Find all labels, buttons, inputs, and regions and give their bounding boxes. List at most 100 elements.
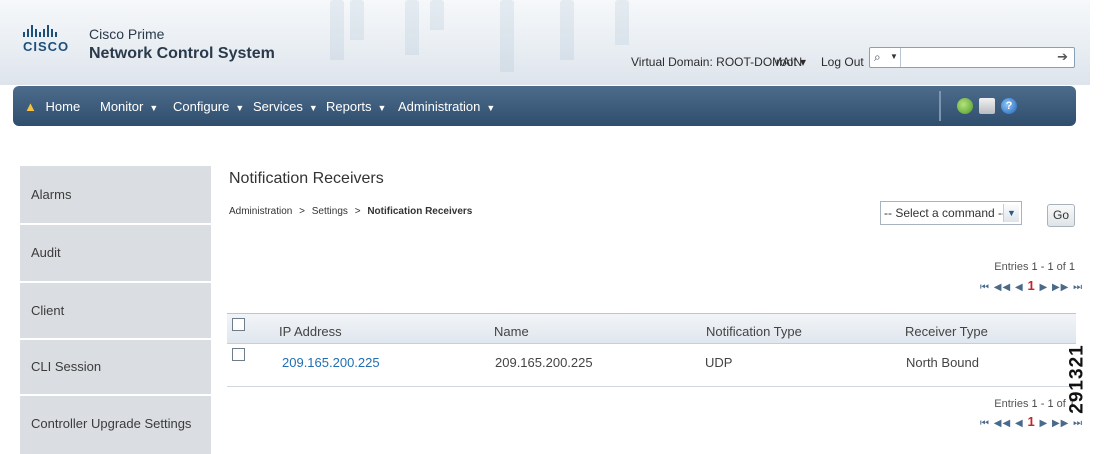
sidebar-item-label: Alarms (31, 186, 72, 202)
header-watermark (405, 0, 419, 55)
entries-label: Entries (994, 398, 1029, 410)
column-header-ip[interactable]: IP Address (279, 324, 342, 339)
row-checkbox[interactable] (232, 348, 245, 361)
entries-of: of (1056, 261, 1066, 273)
command-select[interactable]: -- Select a command -- ▼ (880, 201, 1022, 225)
refresh-icon[interactable] (957, 98, 973, 114)
pager: ⏮ ◀◀ ◀ 1 ▶ ▶▶ ⏭ (980, 278, 1083, 293)
sidebar-item-cli-session[interactable]: CLI Session (20, 340, 211, 393)
nav-label: Home (45, 99, 81, 114)
last-page-icon[interactable]: ⏭ (1073, 282, 1083, 293)
settings-sidebar: Alarms Audit Client CLI Session Controll… (20, 166, 211, 454)
logo-word: CISCO (23, 39, 70, 54)
nav-label: Monitor (100, 99, 144, 114)
nav-divider (939, 91, 941, 121)
entries-summary: Entries 1 - 1 of 1 (935, 398, 1075, 410)
pager: ⏮ ◀◀ ◀ 1 ▶ ▶▶ ⏭ (980, 414, 1083, 429)
header-watermark (615, 0, 629, 45)
chevron-down-icon[interactable]: ▼ (1003, 204, 1019, 222)
notification-type: UDP (705, 355, 733, 370)
nav-reports[interactable]: Reports ▼ (326, 99, 386, 114)
arrow-right-icon[interactable]: ➔ (1057, 49, 1068, 65)
entries-of: of (1056, 398, 1066, 410)
sidebar-item-label: CLI Session (31, 359, 102, 374)
next-page-icon[interactable]: ▶ (1039, 282, 1048, 293)
chevron-down-icon: ▼ (235, 103, 245, 113)
entries-label: Entries (994, 261, 1029, 273)
receiver-name: 209.165.200.225 (495, 355, 593, 370)
nav-label: Reports (326, 99, 372, 114)
header-watermark (560, 0, 574, 60)
nav-label: Administration (398, 99, 481, 114)
help-icon[interactable]: ? (1001, 98, 1017, 114)
prev-group-icon[interactable]: ◀◀ (994, 282, 1011, 293)
sidebar-item-alarms[interactable]: Alarms (20, 166, 211, 222)
header-watermark (350, 0, 364, 40)
page-title: Notification Receivers (229, 170, 384, 187)
next-group-icon[interactable]: ▶▶ (1052, 418, 1069, 429)
prev-page-icon[interactable]: ◀ (1015, 418, 1024, 429)
brand-line-1: Cisco Prime (89, 26, 165, 42)
current-page: 1 (1027, 278, 1036, 293)
last-page-icon[interactable]: ⏭ (1073, 418, 1083, 429)
sidebar-item-controller-upgrade[interactable]: Controller Upgrade Settings (20, 396, 211, 450)
first-page-icon[interactable]: ⏮ (980, 418, 990, 429)
nav-monitor[interactable]: Monitor ▼ (100, 99, 158, 114)
breadcrumb-separator: > (299, 206, 305, 217)
prev-page-icon[interactable]: ◀ (1015, 282, 1024, 293)
header-watermark (430, 0, 444, 30)
nav-configure[interactable]: Configure ▼ (173, 99, 244, 114)
nav-label: Configure (173, 99, 230, 114)
sidebar-item-client[interactable]: Client (20, 283, 211, 337)
nav-administration[interactable]: Administration ▼ (398, 99, 495, 114)
column-header-notification-type[interactable]: Notification Type (706, 324, 802, 339)
ip-address-link[interactable]: 209.165.200.225 (282, 355, 380, 370)
breadcrumb-current: Notification Receivers (367, 206, 473, 217)
breadcrumb: Administration > Settings > Notification… (229, 206, 472, 217)
cisco-logo: CISCO (23, 25, 70, 54)
nav-services[interactable]: Services ▼ (253, 99, 318, 114)
entries-range: 1 - 1 (1031, 261, 1054, 273)
chevron-down-icon: ▼ (308, 103, 318, 113)
breadcrumb-separator: > (354, 206, 361, 217)
chevron-down-icon: ▼ (149, 103, 159, 113)
entries-range: 1 - 1 (1031, 398, 1054, 410)
command-select-value: -- Select a command -- (884, 206, 1007, 220)
current-page: 1 (1027, 414, 1036, 429)
receiver-type: North Bound (906, 355, 979, 370)
go-button[interactable]: Go (1047, 204, 1075, 227)
header-watermark (500, 0, 514, 72)
figure-id: 291321 (1067, 320, 1105, 440)
header-watermark (330, 0, 344, 60)
table-header: IP Address Name Notification Type Receiv… (227, 313, 1076, 344)
breadcrumb-item[interactable]: Administration (229, 206, 292, 217)
entries-total: 1 (1068, 261, 1075, 273)
breadcrumb-item[interactable]: Settings (312, 206, 348, 217)
home-icon: ▲ (24, 99, 37, 114)
logout-link[interactable]: Log Out (821, 55, 864, 69)
brand-line-2: Network Control System (89, 45, 275, 62)
search-box[interactable]: ⌕ ▼ ➔ (869, 47, 1075, 68)
column-header-receiver-type[interactable]: Receiver Type (905, 324, 988, 339)
search-icon[interactable]: ⌕ (874, 50, 881, 65)
table-row: 209.165.200.225 209.165.200.225 UDP Nort… (227, 344, 1076, 387)
chevron-down-icon[interactable]: ▼ (890, 52, 898, 61)
app-header: CISCO Cisco Prime Network Control System… (0, 0, 1090, 85)
nav-home[interactable]: ▲ Home (24, 99, 80, 114)
sidebar-item-label: Client (31, 302, 65, 318)
sidebar-item-label: Audit (31, 245, 61, 260)
prev-group-icon[interactable]: ◀◀ (994, 418, 1011, 429)
select-all-checkbox[interactable] (232, 318, 245, 331)
column-header-name[interactable]: Name (494, 324, 529, 339)
sidebar-item-audit[interactable]: Audit (20, 225, 211, 280)
next-group-icon[interactable]: ▶▶ (1052, 282, 1069, 293)
chevron-down-icon: ▼ (486, 103, 496, 113)
search-divider (900, 48, 901, 67)
sidebar-item-label: Controller Upgrade Settings (31, 415, 192, 431)
print-icon[interactable] (979, 98, 995, 114)
next-page-icon[interactable]: ▶ (1039, 418, 1048, 429)
first-page-icon[interactable]: ⏮ (980, 282, 990, 293)
entries-summary: Entries 1 - 1 of 1 (935, 261, 1075, 273)
nav-label: Services (253, 99, 303, 114)
user-menu[interactable]: root ▾ (776, 55, 806, 69)
